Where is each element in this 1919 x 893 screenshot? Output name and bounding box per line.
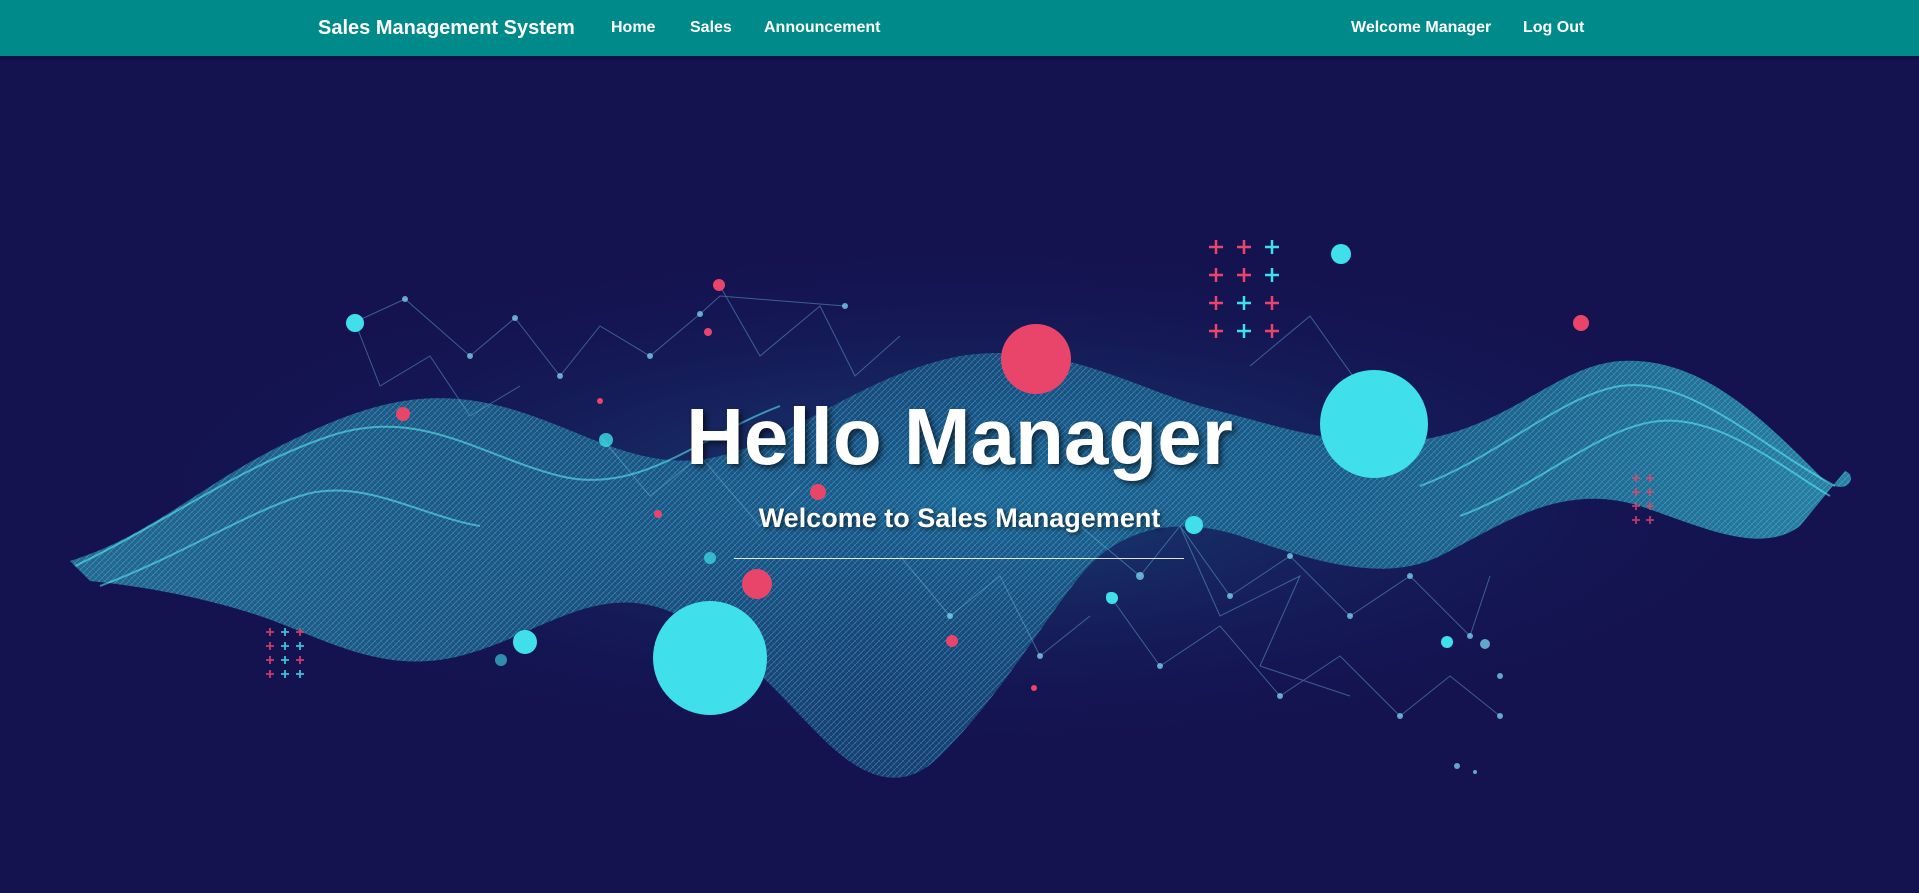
brand-link[interactable]: Sales Management System: [318, 17, 575, 40]
welcome-user-link[interactable]: Welcome Manager: [1351, 19, 1491, 37]
nav-link-home[interactable]: Home: [611, 19, 655, 37]
hero-subtitle: Welcome to Sales Management: [758, 503, 1161, 533]
logout-link[interactable]: Log Out: [1523, 19, 1584, 37]
hero-divider: [734, 558, 1184, 559]
top-navbar: Sales Management System Home Sales Annou…: [0, 0, 1919, 56]
nav-link-sales[interactable]: Sales: [690, 19, 732, 37]
hero-section: Hello Manager Welcome to Sales Managemen…: [0, 56, 1919, 893]
nav-link-announcement[interactable]: Announcement: [764, 19, 880, 37]
hero-title: Hello Manager: [686, 392, 1233, 481]
